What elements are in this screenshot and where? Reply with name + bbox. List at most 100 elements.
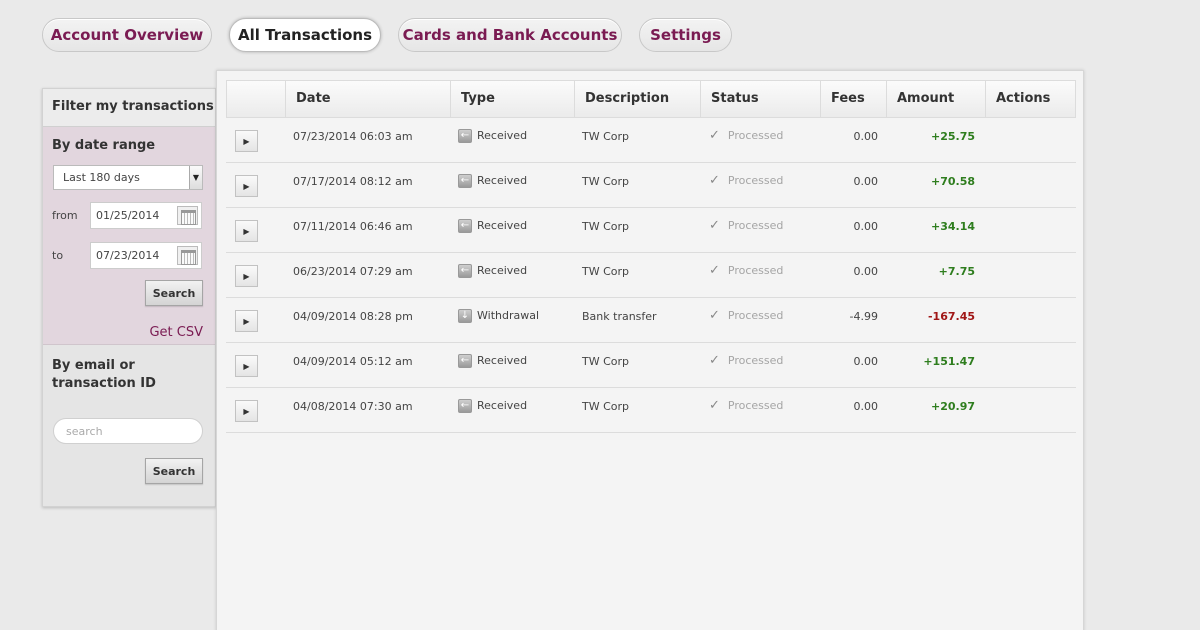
row-date: 04/09/2014 05:12 am bbox=[293, 355, 413, 368]
date-range-title: By date range bbox=[52, 138, 156, 153]
column-date[interactable]: Date bbox=[285, 81, 450, 117]
checkmark-icon: ✓ bbox=[709, 353, 720, 368]
from-date-field[interactable]: 01/25/2014 bbox=[90, 202, 202, 229]
to-date-field[interactable]: 07/23/2014 bbox=[90, 242, 202, 269]
row-type: ← Received bbox=[458, 129, 527, 143]
column-fees[interactable]: Fees bbox=[820, 81, 886, 117]
table-row[interactable]: ▶ 07/17/2014 08:12 am ← Received TW Corp ✓ Pro… bbox=[226, 163, 1076, 208]
row-description: TW Corp bbox=[582, 265, 630, 278]
row-status: ✓ Processed bbox=[709, 218, 783, 233]
row-type: ← Received bbox=[458, 219, 527, 233]
row-amount: +151.47 bbox=[923, 355, 975, 368]
tab-account-overview[interactable]: Account Overview bbox=[42, 18, 212, 52]
arrow-down-icon: ↓ bbox=[458, 309, 472, 323]
row-status-label: Processed bbox=[727, 129, 784, 142]
row-description: TW Corp bbox=[582, 400, 630, 413]
arrow-left-icon: ← bbox=[458, 129, 472, 143]
row-fees: 0.00 bbox=[853, 175, 879, 188]
transactions-panel: Date Type Description Status Fees Amount… bbox=[216, 70, 1084, 630]
row-description: TW Corp bbox=[582, 175, 630, 188]
row-type: ↓ Withdrawal bbox=[458, 309, 539, 323]
row-type-label: Received bbox=[477, 354, 528, 367]
row-date: 07/11/2014 06:46 am bbox=[293, 220, 413, 233]
row-fees: -4.99 bbox=[849, 310, 878, 323]
to-date-value: 07/23/2014 bbox=[96, 249, 160, 262]
top-tabs: Account Overview All Transactions Cards … bbox=[42, 18, 732, 52]
table-row[interactable]: ▶ 04/09/2014 05:12 am ← Received TW Corp ✓ Pro… bbox=[226, 343, 1076, 388]
from-date-value: 01/25/2014 bbox=[96, 209, 160, 222]
table-row[interactable]: ▶ 04/08/2014 07:30 am ← Received TW Corp ✓ Pro… bbox=[226, 388, 1076, 433]
column-type[interactable]: Type bbox=[450, 81, 574, 117]
tab-settings[interactable]: Settings bbox=[639, 18, 732, 52]
date-search-button[interactable]: Search bbox=[145, 280, 203, 306]
row-amount: +7.75 bbox=[938, 265, 975, 278]
row-status-label: Processed bbox=[727, 399, 784, 412]
table-row[interactable]: ▶ 04/09/2014 08:28 pm ↓ Withdrawal Bank tran… bbox=[226, 298, 1076, 343]
arrow-left-icon: ← bbox=[458, 399, 472, 413]
table-row[interactable]: ▶ 07/23/2014 06:03 am ← Received TW Corp ✓ Pro… bbox=[226, 118, 1076, 163]
column-amount[interactable]: Amount bbox=[886, 81, 985, 117]
row-type: ← Received bbox=[458, 399, 527, 413]
calendar-icon[interactable] bbox=[177, 246, 198, 265]
calendar-icon[interactable] bbox=[177, 206, 198, 225]
play-triangle-icon[interactable]: ▶ bbox=[235, 265, 258, 287]
filter-title: Filter my transactions bbox=[43, 89, 215, 127]
get-csv-link[interactable]: Get CSV bbox=[149, 325, 203, 340]
arrow-left-icon: ← bbox=[458, 354, 472, 368]
checkmark-icon: ✓ bbox=[709, 218, 720, 233]
date-range-section: By date range Last 180 days ▼ from 01/25… bbox=[43, 127, 215, 345]
row-amount: +34.14 bbox=[930, 220, 975, 233]
play-triangle-icon[interactable]: ▶ bbox=[235, 400, 258, 422]
row-status: ✓ Processed bbox=[709, 398, 783, 413]
row-type-label: Received bbox=[477, 174, 528, 187]
to-label: to bbox=[52, 249, 64, 262]
checkmark-icon: ✓ bbox=[709, 398, 720, 413]
play-triangle-icon[interactable]: ▶ bbox=[235, 310, 258, 332]
email-search-title: By email or transaction ID bbox=[52, 358, 156, 391]
arrow-left-icon: ← bbox=[458, 219, 472, 233]
row-description: Bank transfer bbox=[582, 310, 657, 323]
column-actions: Actions bbox=[985, 81, 1077, 117]
row-fees: 0.00 bbox=[853, 355, 879, 368]
column-description[interactable]: Description bbox=[574, 81, 700, 117]
from-label: from bbox=[52, 209, 78, 222]
table-row[interactable]: ▶ 06/23/2014 07:29 am ← Received TW Corp ✓ Pro… bbox=[226, 253, 1076, 298]
checkmark-icon: ✓ bbox=[709, 173, 720, 188]
row-description: TW Corp bbox=[582, 355, 630, 368]
row-fees: 0.00 bbox=[853, 265, 879, 278]
table-row[interactable]: ▶ 07/11/2014 06:46 am ← Received TW Corp ✓ Pro… bbox=[226, 208, 1076, 253]
arrow-left-icon: ← bbox=[458, 174, 472, 188]
row-fees: 0.00 bbox=[853, 400, 879, 413]
tab-cards-bank-accounts[interactable]: Cards and Bank Accounts bbox=[398, 18, 622, 52]
row-status: ✓ Processed bbox=[709, 353, 783, 368]
row-status: ✓ Processed bbox=[709, 308, 783, 323]
row-date: 06/23/2014 07:29 am bbox=[293, 265, 413, 278]
row-type-label: Received bbox=[477, 129, 528, 142]
row-type: ← Received bbox=[458, 174, 527, 188]
row-status-label: Processed bbox=[727, 264, 784, 277]
search-input[interactable]: search bbox=[53, 418, 203, 444]
date-range-select[interactable]: Last 180 days ▼ bbox=[53, 165, 203, 190]
column-status[interactable]: Status bbox=[700, 81, 820, 117]
play-triangle-icon[interactable]: ▶ bbox=[235, 355, 258, 377]
row-status: ✓ Processed bbox=[709, 263, 783, 278]
play-triangle-icon[interactable]: ▶ bbox=[235, 175, 258, 197]
date-range-value: Last 180 days bbox=[63, 171, 140, 184]
arrow-left-icon: ← bbox=[458, 264, 472, 278]
play-triangle-icon[interactable]: ▶ bbox=[235, 130, 258, 152]
row-fees: 0.00 bbox=[853, 130, 879, 143]
email-search-section: By email or transaction ID search Search bbox=[43, 345, 215, 506]
row-amount: -167.45 bbox=[927, 310, 975, 323]
row-type-label: Received bbox=[477, 399, 528, 412]
row-date: 04/08/2014 07:30 am bbox=[293, 400, 413, 413]
row-status-label: Processed bbox=[727, 354, 784, 367]
row-date: 07/17/2014 08:12 am bbox=[293, 175, 413, 188]
tab-all-transactions[interactable]: All Transactions bbox=[229, 18, 381, 52]
row-amount: +25.75 bbox=[930, 130, 975, 143]
play-triangle-icon[interactable]: ▶ bbox=[235, 220, 258, 242]
row-fees: 0.00 bbox=[853, 220, 879, 233]
row-type-label: Received bbox=[477, 219, 528, 232]
email-search-button[interactable]: Search bbox=[145, 458, 203, 484]
chevron-down-icon: ▼ bbox=[189, 166, 202, 189]
row-status: ✓ Processed bbox=[709, 173, 783, 188]
